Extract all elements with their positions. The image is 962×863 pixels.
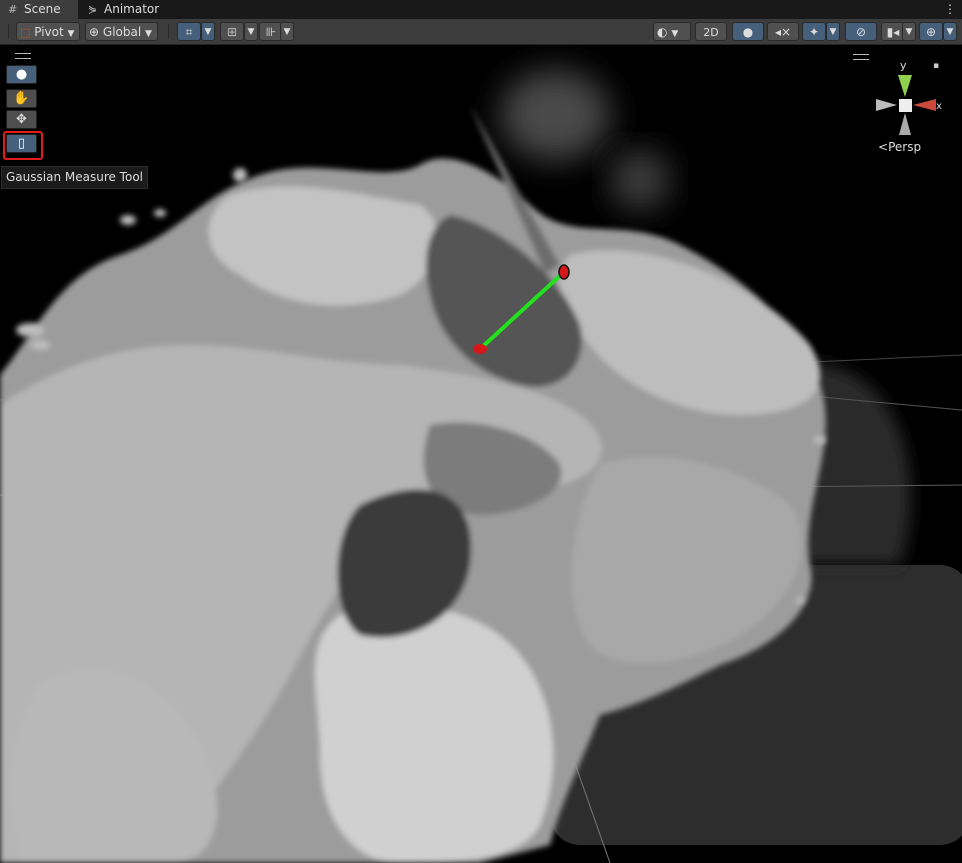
camera-settings-dropdown[interactable]: ▼	[902, 22, 916, 41]
audio-mute-icon: ◂×	[774, 25, 792, 39]
effects-dropdown[interactable]: ▼	[826, 22, 840, 41]
toolbar-divider	[168, 24, 169, 39]
snap-settings-dropdown[interactable]: ▼	[280, 22, 294, 41]
toggle-2d-button[interactable]: 2D	[695, 22, 727, 41]
pivot-icon: ⬚	[20, 26, 31, 39]
orientation-gizmo[interactable]: y x	[868, 55, 948, 150]
move-tool-button[interactable]: ✥	[6, 110, 37, 129]
gizmos-button[interactable]: ⊕	[919, 22, 943, 41]
shading-mode-icon: ◐	[657, 25, 668, 39]
pivot-label: Pivot	[34, 25, 64, 39]
chevron-down-icon: ▼	[671, 29, 679, 39]
scene-viewport[interactable]: ● ✋ ✥ ▯ Gaussian Measure Tool ▪ y x <Per…	[0, 45, 962, 863]
perspective-icon: <	[878, 140, 889, 154]
measure-end-marker[interactable]	[558, 264, 570, 280]
gizmo-center-cube[interactable]	[899, 99, 912, 112]
gizmo-overlay-grip[interactable]	[853, 54, 869, 60]
animator-icon: ⋟	[88, 3, 98, 16]
view-orb-icon: ●	[15, 67, 28, 82]
camera-icon: ▮◂	[886, 25, 900, 39]
tab-animator[interactable]: ⋟ Animator	[80, 0, 167, 19]
gizmo-x-label: x	[936, 101, 942, 112]
tab-bar: # Scene ⋟ Animator ⋮	[0, 0, 962, 20]
tab-animator-label: Animator	[104, 2, 160, 16]
view-tool-button[interactable]: ●	[6, 65, 37, 84]
gizmo-y-axis[interactable]	[898, 75, 912, 97]
hand-tool-button[interactable]: ✋	[6, 89, 37, 108]
grid-snapping-dropdown[interactable]: ▼	[201, 22, 215, 41]
tab-scene[interactable]: # Scene	[0, 0, 78, 19]
gizmo-y-label: y	[900, 59, 907, 72]
chevron-down-icon: ▼	[67, 29, 75, 39]
grid-snap-icon: ⌗	[185, 25, 193, 39]
tab-scene-label: Scene	[24, 2, 61, 16]
gizmos-dropdown[interactable]: ▼	[943, 22, 957, 41]
hidden-objects-toggle-button[interactable]: ⊘	[845, 22, 877, 41]
move-arrows-icon: ✥	[16, 112, 27, 127]
eye-slash-icon: ⊘	[855, 25, 867, 39]
tool-tooltip: Gaussian Measure Tool	[1, 166, 148, 189]
effects-icon: ✦	[808, 25, 820, 39]
tools-overlay-grip[interactable]	[15, 53, 31, 59]
gizmo-neg-x-axis[interactable]	[876, 99, 897, 111]
toolbar-divider	[8, 24, 9, 39]
increment-snap-dropdown[interactable]: ▼	[244, 22, 258, 41]
gizmo-x-axis[interactable]	[913, 99, 936, 111]
lighting-toggle-button[interactable]: ●	[732, 22, 764, 41]
projection-toggle[interactable]: <Persp	[878, 140, 921, 154]
gizmo-neg-y-axis[interactable]	[899, 113, 911, 135]
increment-snap-icon: ⊞	[226, 25, 238, 39]
global-dropdown[interactable]: ⊕ Global ▼	[85, 22, 158, 41]
draw-mode-dropdown[interactable]: ◐ ▼	[653, 22, 691, 41]
toggle-2d-label: 2D	[703, 26, 719, 39]
grid-icon: #	[8, 3, 18, 16]
more-options-icon[interactable]: ⋮	[944, 0, 956, 19]
globe-icon: ⊕	[89, 25, 100, 39]
hand-icon: ✋	[13, 91, 30, 106]
scene-toolbar: ⬚ Pivot ▼ ⊕ Global ▼ ⌗ ▼ ⊞ ▼ ⊪ ▼ ◐ ▼ 2D …	[0, 19, 962, 45]
selected-tool-highlight	[3, 131, 43, 160]
effects-toggle-button[interactable]: ✦	[802, 22, 826, 41]
ruler-icon: ⊪	[265, 25, 277, 39]
lightbulb-icon: ●	[742, 25, 754, 39]
global-label: Global	[102, 25, 142, 39]
persp-label: Persp	[888, 140, 922, 154]
measure-start-marker[interactable]	[473, 344, 487, 354]
grid-snapping-button[interactable]: ⌗	[177, 22, 201, 41]
pivot-dropdown[interactable]: ⬚ Pivot ▼	[16, 22, 80, 41]
chevron-down-icon: ▼	[145, 29, 152, 39]
increment-snap-button[interactable]: ⊞	[220, 22, 244, 41]
audio-toggle-button[interactable]: ◂×	[767, 22, 799, 41]
gizmo-icon: ⊕	[925, 25, 937, 39]
